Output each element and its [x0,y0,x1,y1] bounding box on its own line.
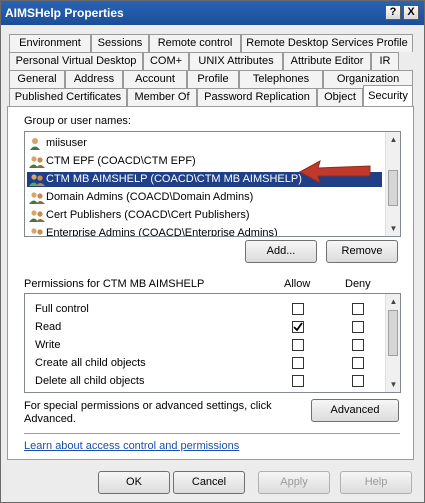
permissions-list: Full control Read Write Create all child… [24,293,401,393]
tab-member-of[interactable]: Member Of [127,88,197,106]
group-icon [29,155,45,168]
tab-row-1: Environment Sessions Remote control Remo… [9,34,419,52]
deny-checkbox-create-child[interactable] [352,357,364,369]
permissions-scrollbar[interactable]: ▲ ▼ [385,294,400,392]
allow-checkbox-delete-child[interactable] [292,375,304,387]
tab-telephones[interactable]: Telephones [239,70,323,88]
permissions-label: Permissions for CTM MB AIMSHELP [24,278,205,290]
apply-button[interactable]: Apply [258,471,330,494]
help-footer-button[interactable]: Help [340,471,412,494]
allow-column-header: Allow [284,278,311,290]
tab-row-4: Published Certificates Member Of Passwor… [9,85,419,106]
checkmark-icon [293,322,303,332]
properties-dialog: AIMSHelp Properties ? X Environment Sess… [0,0,425,503]
user-name: Cert Publishers (COACD\Cert Publishers) [46,209,250,221]
group-icon [29,191,45,204]
allow-checkbox-create-child[interactable] [292,357,304,369]
group-icon [29,209,45,222]
close-button[interactable]: X [403,5,419,20]
user-name: miisuser [46,137,87,149]
deny-checkbox-delete-child[interactable] [352,375,364,387]
learn-access-control-link[interactable]: Learn about access control and permissio… [24,440,239,452]
scroll-down-icon[interactable]: ▼ [386,221,400,236]
allow-checkbox-full-control[interactable] [292,303,304,315]
help-button[interactable]: ? [385,5,401,20]
window-title: AIMSHelp Properties [5,6,124,20]
cancel-button[interactable]: Cancel [173,471,245,494]
permission-name: Full control [35,303,89,315]
deny-checkbox-full-control[interactable] [352,303,364,315]
allow-checkbox-write[interactable] [292,339,304,351]
user-list-scrollbar[interactable]: ▲ ▼ [385,132,400,236]
tab-address[interactable]: Address [65,70,123,88]
tab-general[interactable]: General [9,70,65,88]
tab-remote-control[interactable]: Remote control [149,34,241,52]
special-permissions-text-2: Advanced. [24,413,76,425]
annotation-arrow-icon [298,159,371,185]
tab-password-replication[interactable]: Password Replication [197,88,317,106]
group-icon [29,227,45,236]
ok-button[interactable]: OK [98,471,170,494]
tab-sessions[interactable]: Sessions [91,34,149,52]
deny-checkbox-write[interactable] [352,339,364,351]
tab-personal-virtual-desktop[interactable]: Personal Virtual Desktop [9,52,143,70]
list-item[interactable]: Cert Publishers (COACD\Cert Publishers) [27,208,382,223]
tab-row-2: Personal Virtual Desktop COM+ UNIX Attri… [9,52,419,70]
tab-security[interactable]: Security [363,85,413,106]
permission-name: Delete all child objects [35,375,145,387]
remove-button[interactable]: Remove [326,240,398,263]
permission-name: Write [35,339,61,351]
security-panel: Group or user names: miisuser CTM EPF (C… [7,106,414,460]
list-item[interactable]: Domain Admins (COACD\Domain Admins) [27,190,382,205]
tab-attribute-editor[interactable]: Attribute Editor [283,52,371,70]
divider [24,433,400,434]
add-button[interactable]: Add... [245,240,317,263]
allow-checkbox-read[interactable] [292,321,304,333]
deny-checkbox-read[interactable] [352,321,364,333]
scroll-thumb[interactable] [388,310,398,356]
deny-column-header: Deny [345,278,371,290]
title-bar: AIMSHelp Properties ? X [1,1,424,25]
tab-profile[interactable]: Profile [187,70,239,88]
user-icon [29,137,45,150]
tab-unix-attributes[interactable]: UNIX Attributes [189,52,283,70]
special-permissions-text: For special permissions or advanced sett… [24,400,272,412]
permission-name: Create all child objects [35,357,146,369]
list-item[interactable]: Enterprise Admins (COACD\Enterprise Admi… [27,226,382,237]
scroll-thumb[interactable] [388,170,398,206]
scroll-down-icon[interactable]: ▼ [386,377,400,392]
permission-name: Read [35,321,62,333]
tab-account[interactable]: Account [123,70,187,88]
tab-ir[interactable]: IR [371,52,399,70]
tab-published-certificates[interactable]: Published Certificates [9,88,127,106]
tab-com-plus[interactable]: COM+ [143,52,189,70]
scroll-up-icon[interactable]: ▲ [386,132,400,147]
advanced-button[interactable]: Advanced [311,399,399,422]
user-name: Domain Admins (COACD\Domain Admins) [46,191,254,203]
tab-row-3: General Address Account Profile Telephon… [9,70,419,88]
user-name: CTM EPF (COACD\CTM EPF) [46,155,196,167]
tab-environment[interactable]: Environment [9,34,91,52]
user-name: Enterprise Admins (COACD\Enterprise Admi… [46,227,278,237]
scroll-up-icon[interactable]: ▲ [386,294,400,309]
tab-object[interactable]: Object [317,88,363,106]
user-name: CTM MB AIMSHELP (COACD\CTM MB AIMSHELP) [46,173,302,185]
group-icon [29,173,45,186]
tab-rds-profile[interactable]: Remote Desktop Services Profile [241,34,413,52]
group-label: Group or user names: [24,115,131,127]
list-item[interactable]: miisuser [27,136,382,151]
